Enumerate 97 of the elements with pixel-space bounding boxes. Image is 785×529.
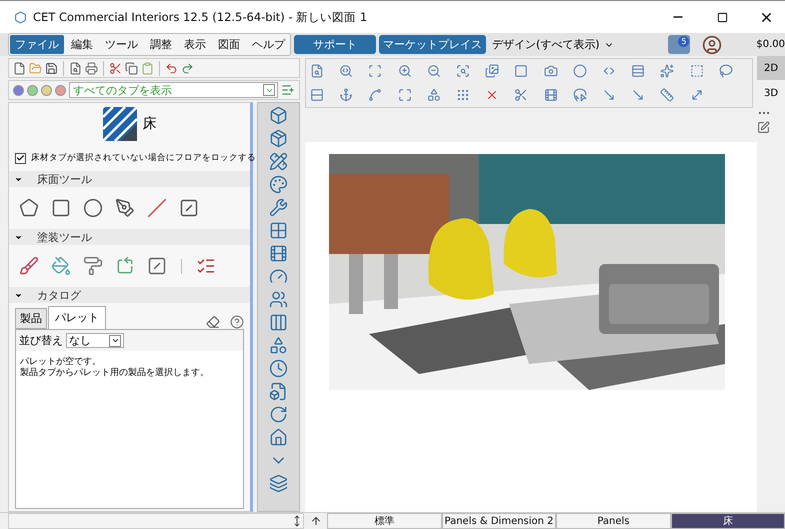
- balance-text: $0.00: [756, 39, 785, 50]
- layout-tab[interactable]: 標準: [327, 513, 442, 529]
- copy-icon[interactable]: [125, 62, 138, 74]
- checkbox-label: 床材タブが選択されていない場合にフロアをロックする: [31, 152, 256, 164]
- zoom-out-icon[interactable]: [426, 64, 441, 78]
- frame-icon[interactable]: [514, 64, 528, 78]
- cut-icon[interactable]: [109, 62, 122, 74]
- ring-icon[interactable]: [572, 64, 587, 78]
- section-header[interactable]: カタログ: [9, 287, 250, 303]
- filter-dot[interactable]: [13, 84, 24, 96]
- rectangle-tool-icon[interactable]: [51, 198, 71, 218]
- diagonal-square-icon[interactable]: [147, 256, 167, 276]
- avatar-icon[interactable]: [702, 34, 722, 54]
- bars-icon[interactable]: [269, 313, 288, 332]
- catalog-tab[interactable]: パレット: [48, 306, 106, 329]
- caret-icon: [110, 336, 120, 345]
- help-icon[interactable]: [230, 315, 244, 329]
- notification-button[interactable]: 5: [668, 35, 690, 54]
- grid-dots-icon[interactable]: [456, 88, 470, 102]
- menu-item[interactable]: 編集: [66, 35, 98, 54]
- filter-dot[interactable]: [27, 84, 38, 96]
- support-button[interactable]: サポート: [294, 35, 376, 54]
- filter-dot[interactable]: [55, 84, 66, 96]
- split-tool-icon[interactable]: [147, 198, 167, 218]
- cut-shape-icon[interactable]: [179, 198, 199, 218]
- design-dropdown[interactable]: デザイン(すべて表示): [490, 37, 616, 52]
- menu-item[interactable]: ヘルプ: [247, 35, 290, 54]
- panel-title: 床: [142, 115, 156, 133]
- lasso-select-icon[interactable]: [572, 88, 587, 102]
- tab-filter-dropdown[interactable]: すべてのタブを表示: [69, 82, 278, 98]
- filter-dot[interactable]: [41, 84, 52, 96]
- roller-icon[interactable]: [83, 256, 103, 276]
- menu-item[interactable]: 表示: [179, 35, 211, 54]
- cut-icon[interactable]: [514, 88, 528, 102]
- film-icon[interactable]: [544, 88, 558, 102]
- empty-palette-message: パレットが空です。 製品タブからパレット用の製品を選択します。: [19, 356, 210, 380]
- floor-tile-icon: [102, 107, 136, 141]
- circle-tool-icon[interactable]: [83, 198, 103, 218]
- app-logo-icon: [14, 10, 27, 24]
- notification-badge: 5: [678, 36, 690, 47]
- ruler-icon[interactable]: [660, 88, 674, 102]
- window-title: CET Commercial Interiors 12.5 (12.5-64-bit) - 新しい図面 1: [33, 10, 368, 24]
- add-list-icon[interactable]: [281, 83, 295, 97]
- pen-tool-icon[interactable]: [115, 198, 135, 218]
- anchor-icon[interactable]: [339, 88, 354, 102]
- save-icon[interactable]: [45, 62, 58, 74]
- up-arrow-icon[interactable]: [310, 515, 322, 527]
- lock-checkbox[interactable]: [15, 152, 26, 164]
- page-zoom-icon[interactable]: [310, 64, 324, 78]
- zoom-area-icon[interactable]: [339, 64, 354, 78]
- list-icon[interactable]: [631, 64, 646, 78]
- view-mode-button[interactable]: 2D: [757, 56, 785, 80]
- undo-icon[interactable]: [165, 62, 178, 74]
- menu-item[interactable]: ツール: [100, 35, 143, 54]
- zoom-fit-icon[interactable]: [456, 64, 470, 78]
- people-icon[interactable]: [269, 290, 288, 309]
- print-preview-icon[interactable]: [69, 62, 82, 74]
- layout-tab[interactable]: Panels: [556, 513, 671, 529]
- section-header[interactable]: 塗装ツール: [9, 229, 250, 245]
- new-file-icon[interactable]: [13, 62, 26, 74]
- wrench-icon[interactable]: [269, 198, 288, 217]
- lasso-icon[interactable]: [718, 64, 733, 78]
- rotate-icon[interactable]: [269, 405, 288, 424]
- menu-item[interactable]: 図面: [213, 35, 245, 54]
- catalog-tab[interactable]: 製品: [15, 308, 47, 329]
- layout-tab[interactable]: Panels & Dimension 2: [442, 513, 556, 529]
- shapes-icon[interactable]: [426, 88, 441, 102]
- house-icon[interactable]: [269, 428, 288, 447]
- grid-tool-icon[interactable]: [269, 221, 288, 240]
- menu-item[interactable]: ファイル: [10, 35, 64, 54]
- camera-icon[interactable]: [544, 64, 558, 78]
- marketplace-button[interactable]: マーケットプレイス: [379, 35, 486, 54]
- brush-icon[interactable]: [19, 256, 39, 276]
- sort-label: 並び替え: [19, 333, 63, 348]
- line-icon[interactable]: [602, 88, 616, 102]
- clock-icon[interactable]: [269, 359, 288, 378]
- layout-tab[interactable]: 床: [670, 513, 785, 529]
- drafting-icon[interactable]: [269, 152, 288, 171]
- redo-icon[interactable]: [181, 62, 194, 74]
- sparkle-icon[interactable]: [660, 64, 674, 78]
- spline-icon[interactable]: [368, 88, 382, 102]
- menu-item[interactable]: 調整: [145, 35, 177, 54]
- paint-bucket-icon[interactable]: [51, 256, 71, 276]
- maximize-icon[interactable]: [716, 12, 728, 22]
- material-icon[interactable]: [269, 175, 288, 194]
- dashed-rectangle-icon[interactable]: [690, 64, 704, 78]
- eraser-icon[interactable]: [206, 315, 220, 329]
- section-header[interactable]: 床面ツール: [9, 171, 250, 187]
- printer-icon[interactable]: [85, 62, 98, 74]
- dimension-line-icon[interactable]: [631, 88, 646, 102]
- edit-icon[interactable]: [757, 121, 770, 134]
- zoom-in-icon[interactable]: [398, 64, 412, 78]
- sort-dropdown[interactable]: なし: [66, 333, 124, 348]
- gallery-icon[interactable]: [485, 64, 500, 78]
- polygon-tool-icon[interactable]: [19, 198, 39, 218]
- shapes-icon[interactable]: [269, 336, 288, 355]
- rotate-square-icon[interactable]: [115, 256, 135, 276]
